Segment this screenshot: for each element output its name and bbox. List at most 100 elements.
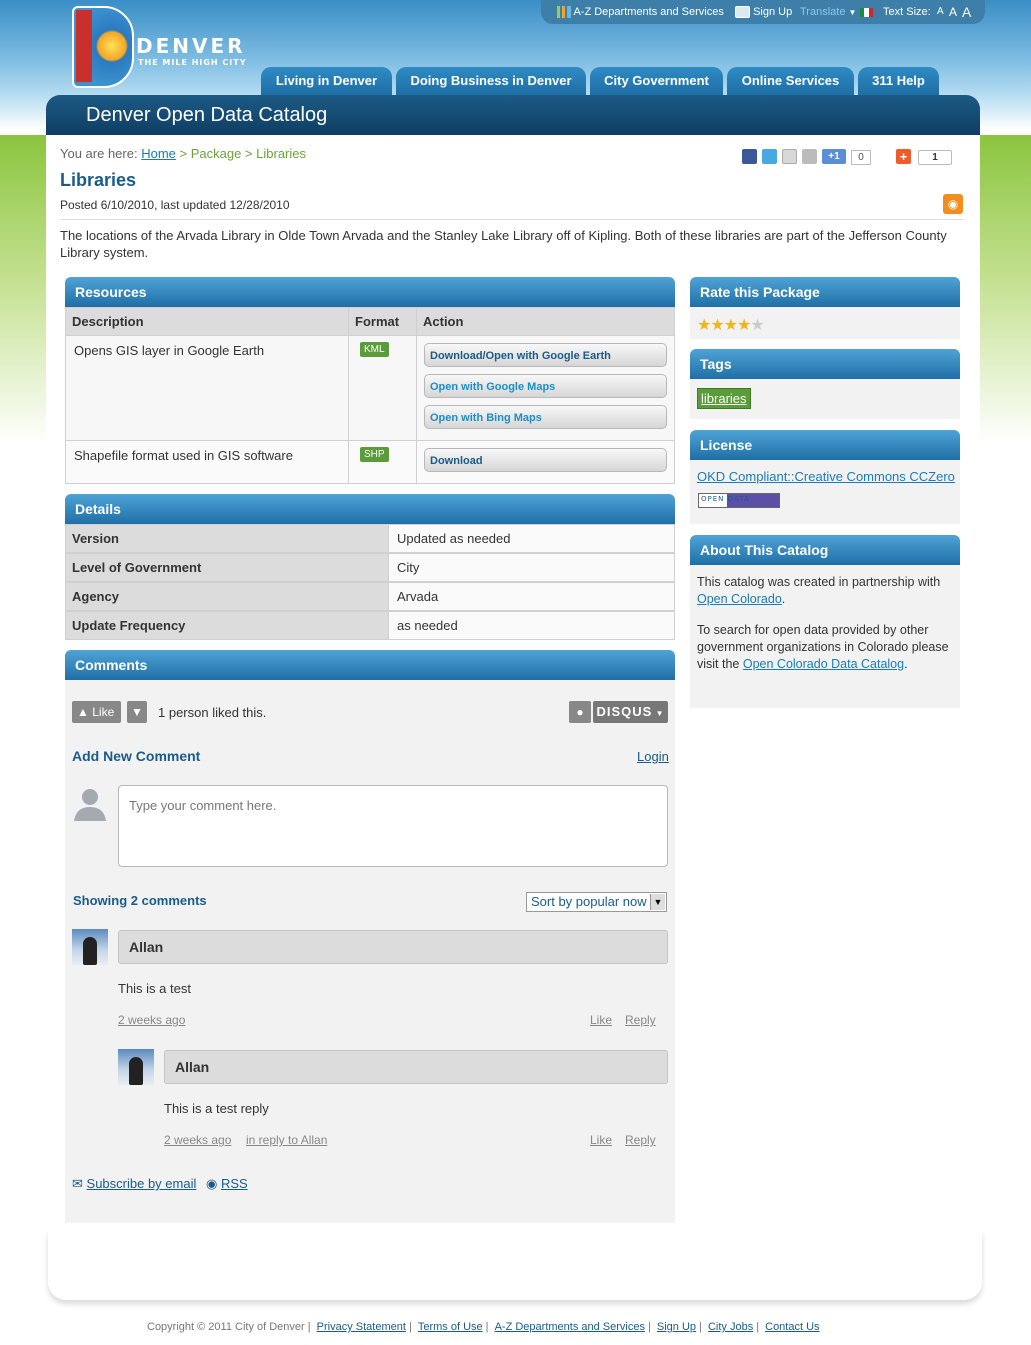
text-size-large[interactable]: A [962,4,971,20]
caret-down-icon: ▼ [652,709,665,718]
rss-icon: ◉ [205,1176,218,1191]
addthis-count: 1 [918,150,952,165]
denver-logo[interactable]: DENVER THE MILE HIGH CITY [72,6,262,88]
text-size-medium[interactable]: A [949,5,957,19]
rss-icon[interactable]: ◉ [943,194,963,214]
avatar[interactable] [118,1049,154,1085]
col-action: Action [416,307,675,336]
about-paragraph-2: To search for open data provided by othe… [697,622,955,673]
footer-privacy-link[interactable]: Privacy Statement [317,1321,406,1333]
utility-bar: A-Z Departments and Services Sign Up Tra… [541,0,985,24]
star-icon[interactable]: ★ [710,317,724,334]
avatar[interactable] [72,929,108,965]
like-label: Like [92,705,115,719]
license-heading: License [690,430,960,460]
print-icon[interactable] [802,149,817,164]
page-title: Libraries [60,170,137,190]
tab-living-in-denver[interactable]: Living in Denver [261,67,392,95]
default-avatar-icon [74,789,106,821]
download-google-earth-button[interactable]: Download/Open with Google Earth [424,343,667,367]
sort-select[interactable]: Sort by popular now ▼ [526,892,667,912]
twitter-icon[interactable] [762,149,777,164]
breadcrumb-package: > Package > [175,146,257,161]
star-icon[interactable]: ★ [724,317,738,334]
footer-signup-link[interactable]: Sign Up [657,1321,696,1333]
text-size-small[interactable]: A [937,6,944,17]
format-badge: SHP [360,447,389,462]
open-data-badge[interactable]: OPEN DATA [698,493,780,508]
footer-az-link[interactable]: A-Z Departments and Services [495,1321,645,1333]
comment-author[interactable]: Allan [164,1050,668,1084]
detail-value: Updated as needed [388,524,675,553]
plusone-button[interactable]: +1 [822,149,846,164]
footer-terms-link[interactable]: Terms of Use [418,1321,483,1333]
tab-city-government[interactable]: City Government [590,67,723,95]
chevron-down-icon: ▼ [650,894,665,910]
disqus-label: DISQUS [596,704,653,719]
download-button[interactable]: Download [424,448,667,472]
detail-key: Update Frequency [65,611,389,640]
thumbs-up-icon: ▲ [77,705,89,719]
col-format: Format [348,307,417,336]
add-comment-heading: Add New Comment [72,748,201,764]
rating-stars[interactable]: ★★★★★ [697,315,765,335]
az-link[interactable]: A-Z Departments and Services [557,6,724,19]
col-description: Description [65,307,349,336]
rate-heading: Rate this Package [690,277,960,307]
footer-contact-link[interactable]: Contact Us [765,1321,819,1333]
google-maps-button[interactable]: Open with Google Maps [424,374,667,398]
signup-link[interactable]: Sign Up [735,6,793,19]
package-description: The locations of the Arvada Library in O… [60,228,947,260]
comment-author[interactable]: Allan [118,930,668,964]
logo-tagline: THE MILE HIGH CITY [138,58,247,67]
comment-reply[interactable]: Reply [625,1013,656,1027]
email-icon[interactable] [782,149,797,164]
caret-down-icon: ▼ [848,8,857,17]
text-size-label: Text Size: [883,6,931,18]
tags-heading: Tags [690,349,960,379]
catalog-title: Denver Open Data Catalog [86,104,328,126]
star-icon[interactable]: ★ [697,317,711,334]
signup-label: Sign Up [753,6,793,18]
tab-311-help[interactable]: 311 Help [858,67,939,95]
subscribe-email-link[interactable]: Subscribe by email [87,1176,197,1191]
detail-key: Version [65,524,389,553]
breadcrumb-home[interactable]: Home [141,146,176,161]
comment-input[interactable]: Type your comment here. [118,785,668,867]
breadcrumb-current: Libraries [256,146,306,161]
subscribe-row: ✉ Subscribe by email ◉ RSS [72,1176,248,1192]
resources-heading: Resources [65,277,675,307]
disqus-button[interactable]: DISQUS ▼ [593,701,668,723]
comment-age[interactable]: 2 weeks ago [164,1133,231,1147]
resource-desc-cell: Shapefile format used in GIS software [65,440,349,484]
footer-jobs-link[interactable]: City Jobs [708,1321,753,1333]
directory-icon [557,6,571,19]
thumbs-down-icon[interactable]: ▼ [127,701,147,723]
comment-like[interactable]: Like [590,1013,612,1027]
license-link[interactable]: OKD Compliant::Creative Commons CCZero [697,469,955,484]
about-text-2-end: . [904,657,908,671]
in-reply-link[interactable]: in reply to Allan [246,1133,327,1147]
tab-doing-business[interactable]: Doing Business in Denver [396,67,586,95]
addthis-plus-icon[interactable]: + [896,149,911,164]
star-icon[interactable]: ★ [737,317,751,334]
comment-reply[interactable]: Reply [625,1133,656,1147]
format-badge: KML [360,342,389,357]
login-link[interactable]: Login [637,749,669,764]
comment-like[interactable]: Like [590,1133,612,1147]
like-button[interactable]: ▲ Like [72,701,121,723]
open-colorado-catalog-link[interactable]: Open Colorado Data Catalog [743,657,904,671]
footer-panel [48,1230,982,1300]
translate-link[interactable]: Translate ▼ [800,6,873,18]
user-icon[interactable]: ● [569,701,591,723]
star-icon[interactable]: ★ [750,317,764,334]
open-colorado-link[interactable]: Open Colorado [697,592,782,606]
tag-libraries[interactable]: libraries [697,388,751,409]
translate-label: Translate [800,6,846,18]
comment-age[interactable]: 2 weeks ago [118,1013,185,1027]
facebook-icon[interactable] [742,149,757,164]
bing-maps-button[interactable]: Open with Bing Maps [424,405,667,429]
rss-link[interactable]: RSS [221,1176,248,1191]
detail-value: Arvada [388,582,675,611]
tab-online-services[interactable]: Online Services [727,67,854,95]
